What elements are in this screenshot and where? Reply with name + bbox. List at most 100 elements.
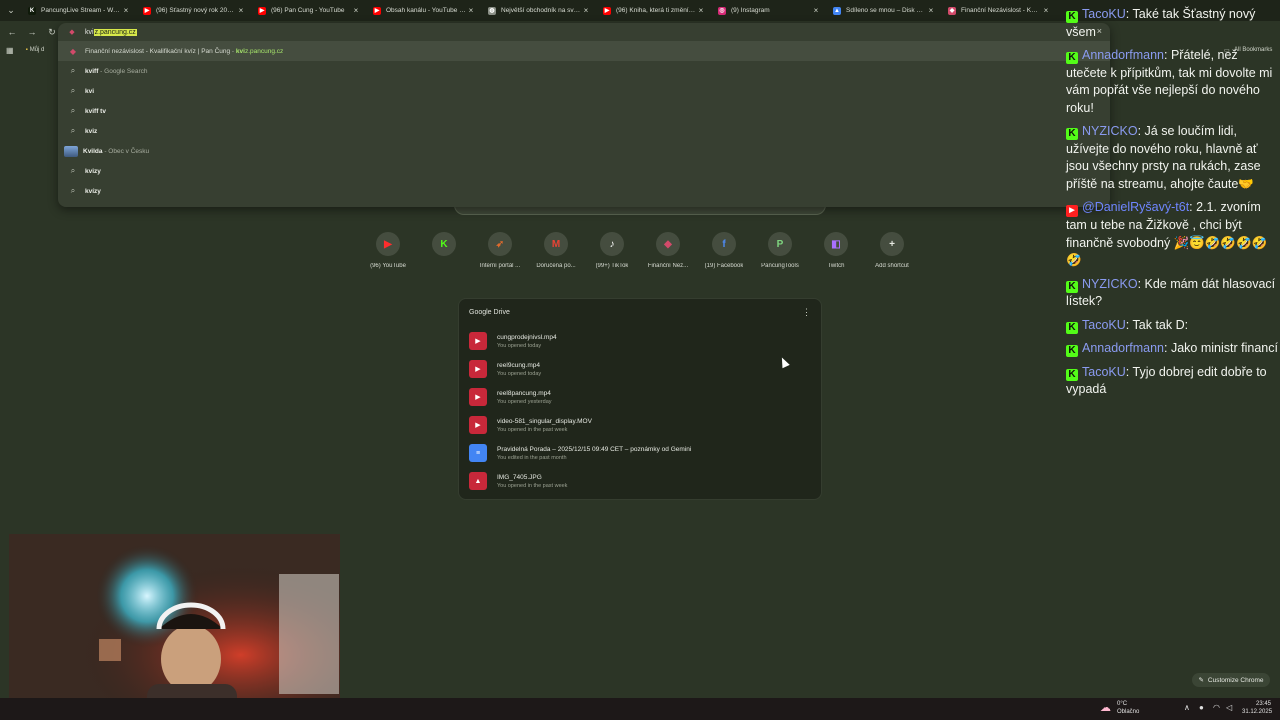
- bookmark-item[interactable]: Můj d: [30, 47, 45, 53]
- tab-title: Sdíleno se mnou – Disk Goog: [846, 7, 926, 14]
- tab-0[interactable]: K PancungLive Stream - Watch ×: [22, 0, 137, 21]
- clock-date[interactable]: 31.12.2025: [1242, 709, 1272, 715]
- chat-message: K TacoKU: Tyjo dobrej edit dobře to vypad…: [1066, 364, 1278, 399]
- file-name: IMG_7405.JPG: [497, 473, 542, 481]
- bookmark-folder-icon: ▪: [25, 47, 28, 53]
- customize-chrome-label: Customize Chrome: [1207, 676, 1264, 684]
- shortcut-label: (96) YouTube: [370, 263, 406, 269]
- omnibox-suggestion[interactable]: ⌕ kviff - Google Search: [58, 61, 1110, 81]
- shortcut-label: Interní portál ...: [479, 263, 521, 269]
- file-name: reel8pancung.mp4: [497, 389, 551, 397]
- video-file-icon: ▶: [469, 332, 487, 350]
- omnibox-input[interactable]: ◆ kviz.pancung.cz ×: [58, 23, 1110, 41]
- volume-icon[interactable]: ◁: [1226, 703, 1232, 712]
- tab-close-icon[interactable]: ×: [696, 6, 706, 15]
- tab-close-icon[interactable]: ×: [466, 6, 476, 15]
- tray-chevron-icon[interactable]: ∧: [1184, 703, 1190, 712]
- chat-message: K TacoKU: Tak tak D:: [1066, 317, 1278, 335]
- apps-icon[interactable]: ▦: [6, 46, 14, 55]
- omnibox-suggestion[interactable]: ⌕ kviz: [58, 121, 1110, 141]
- shortcut-tile[interactable]: ➶ Interní portál ...: [472, 232, 528, 282]
- suggestion-url-bold: kvi: [235, 47, 245, 55]
- microphone-icon[interactable]: ●: [1199, 703, 1204, 712]
- shortcut-tile[interactable]: ◧ Twitch: [808, 232, 864, 282]
- tab-favicon-icon: ▶: [603, 6, 611, 15]
- shortcut-icon: ◆: [656, 232, 680, 256]
- tab-title: Největší obchodník na světě: [501, 7, 581, 14]
- tab-close-icon[interactable]: ×: [121, 6, 131, 15]
- drive-file-row[interactable]: ▶ reel8pancung.mp4 You opened yesterday: [465, 383, 817, 411]
- tab-close-icon[interactable]: ×: [351, 6, 361, 15]
- tab-favicon-icon: ▲: [833, 6, 841, 15]
- tab-close-icon[interactable]: ×: [926, 6, 936, 15]
- shortcut-tile[interactable]: K: [416, 232, 472, 282]
- stream-chat-overlay: K TacoKU: Také tak Šťastný nový všem K Anna…: [1066, 6, 1278, 405]
- shortcut-icon: K: [432, 232, 456, 256]
- drive-file-row[interactable]: ▶ video-581_singular_display.MOV You opene…: [465, 411, 817, 439]
- drive-file-list: ▶ cungprodejnivsl.mp4 You opened today ▶ ree…: [465, 327, 817, 495]
- clock-time[interactable]: 23:45: [1256, 701, 1271, 707]
- chat-message: K Annadorfmann: Přátelé, než utečete k př…: [1066, 47, 1278, 117]
- omnibox-suggestion[interactable]: ⌕ kvi: [58, 81, 1110, 101]
- tab-6[interactable]: ◎ (9) Instagram ×: [712, 0, 827, 21]
- tab-favicon-icon: ▶: [373, 6, 381, 15]
- site-icon: ◆: [69, 29, 75, 36]
- more-options-icon[interactable]: ⋮: [802, 307, 811, 318]
- wifi-icon[interactable]: ◠: [1213, 703, 1220, 712]
- omnibox-suggestion[interactable]: ⌕ kviff tv: [58, 101, 1110, 121]
- customize-chrome-button[interactable]: ✎ Customize Chrome: [1192, 673, 1270, 687]
- omnibox-suggestion[interactable]: ◆ Finanční nezávislost - Kvalifikační kví…: [58, 41, 1110, 61]
- forward-icon[interactable]: →: [24, 24, 40, 40]
- shortcut-tile[interactable]: P PancungTools: [752, 232, 808, 282]
- file-meta: reel8pancung.mp4 You opened yesterday: [497, 390, 552, 405]
- tab-close-icon[interactable]: ×: [236, 6, 246, 15]
- tab-8[interactable]: ◆ Finanční Nezávislost - Kurz | C×: [942, 0, 1057, 21]
- taskbar: ☁ 0°C Oblačno ∧ ● ◠ ◁ 23:45 31.12.2025: [0, 698, 1280, 720]
- kick-icon: K: [1066, 280, 1078, 293]
- tab-close-icon[interactable]: ×: [581, 6, 591, 15]
- shortcut-icon: P: [768, 232, 792, 256]
- file-activity: You opened today: [497, 370, 542, 377]
- chat-username: TacoKU: [1082, 364, 1126, 379]
- drive-file-row[interactable]: ▲ IMG_7405.JPG You opened in the past week: [465, 467, 817, 495]
- shortcut-icon: M: [544, 232, 568, 256]
- tab-4[interactable]: ◍ Největší obchodník na světě ×: [482, 0, 597, 21]
- doc-file-icon: ≡: [469, 444, 487, 462]
- omnibox-suggestion[interactable]: ⌕ kvizy: [58, 161, 1110, 181]
- tab-1[interactable]: ▶ (96) Šťastný nový rok 2026 | ×: [137, 0, 252, 21]
- shortcut-tile[interactable]: M Doručená po...: [528, 232, 584, 282]
- shortcut-label: Twitch: [827, 263, 845, 269]
- kick-icon: K: [1066, 128, 1078, 140]
- shortcut-tile[interactable]: + Add shortcut: [864, 232, 920, 282]
- tab-title: Finanční Nezávislost - Kurz | C: [961, 7, 1041, 14]
- omnibox-suggestion[interactable]: Kvilda - Obec v Česku: [58, 141, 1110, 161]
- tab-close-icon[interactable]: ×: [811, 6, 821, 15]
- tab-favicon-icon: ▶: [258, 6, 266, 15]
- tab-3[interactable]: ▶ Obsah kanálu - YouTube Studi ×: [367, 0, 482, 21]
- file-activity: You opened yesterday: [497, 398, 552, 405]
- tab-5[interactable]: ▶ (96) Kniha, která ti změní živo ×: [597, 0, 712, 21]
- search-icon: ⌕: [70, 66, 76, 75]
- tab-close-icon[interactable]: ×: [1041, 6, 1051, 15]
- tab-title: PancungLive Stream - Watch: [41, 7, 121, 14]
- shortcut-tile[interactable]: ♪ (99+) TikTok: [584, 232, 640, 282]
- tab-search-icon[interactable]: ⌄: [0, 0, 22, 21]
- tab-2[interactable]: ▶ (96) Pan Čung - YouTube ×: [252, 0, 367, 21]
- drive-file-row[interactable]: ▶ cungprodejnivsl.mp4 You opened today: [465, 327, 817, 355]
- chat-separator: :: [1125, 364, 1133, 379]
- suggestion-text: - Obec v Česku: [102, 147, 150, 155]
- shortcut-icon: +: [880, 232, 904, 256]
- file-activity: You opened in the past week: [497, 482, 568, 489]
- shortcut-tile[interactable]: ▶ (96) YouTube: [360, 232, 416, 282]
- tab-title: (9) Instagram: [731, 7, 770, 14]
- file-meta: Pravidelná Porada – 2025/12/15 09:49 CET…: [497, 446, 691, 461]
- omnibox-suggestion[interactable]: ⌕ kvízy: [58, 181, 1110, 201]
- shortcut-tile[interactable]: f (19) Facebook: [696, 232, 752, 282]
- shortcut-tile[interactable]: ◆ Finanční Nez...: [640, 232, 696, 282]
- drive-file-row[interactable]: ▶ reel9cung.mp4 You opened today: [465, 355, 817, 383]
- tab-favicon-icon: ▶: [143, 6, 151, 15]
- chat-message: K Annadorfmann: Jako ministr financí: [1066, 340, 1278, 358]
- drive-file-row[interactable]: ≡ Pravidelná Porada – 2025/12/15 09:49 CE…: [465, 439, 817, 467]
- back-icon[interactable]: ←: [4, 24, 20, 40]
- tab-7[interactable]: ▲ Sdíleno se mnou – Disk Goog ×: [827, 0, 942, 21]
